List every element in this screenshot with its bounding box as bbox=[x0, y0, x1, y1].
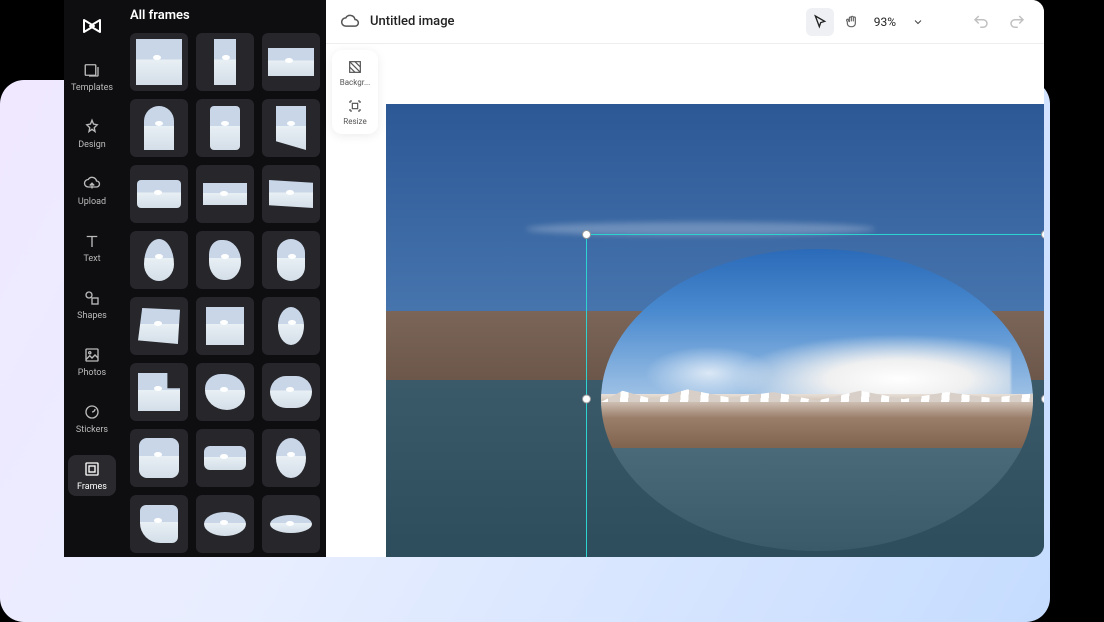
select-tool-button[interactable] bbox=[806, 8, 834, 36]
cursor-tools: 93% bbox=[806, 8, 932, 36]
templates-icon bbox=[82, 60, 102, 80]
resize-handle[interactable] bbox=[582, 395, 591, 404]
nav-label: Photos bbox=[78, 368, 106, 378]
top-bar: Untitled image 93% bbox=[326, 0, 1044, 44]
nav-item-upload[interactable]: Upload bbox=[68, 170, 116, 211]
editor-window: Templates Design Upload Text Shapes Phot… bbox=[64, 0, 1044, 557]
frame-thumb[interactable] bbox=[130, 231, 188, 289]
nav-item-photos[interactable]: Photos bbox=[68, 341, 116, 382]
text-icon bbox=[82, 231, 102, 251]
nav-item-design[interactable]: Design bbox=[68, 113, 116, 154]
nav-label: Design bbox=[78, 140, 106, 150]
nav-item-shapes[interactable]: Shapes bbox=[68, 284, 116, 325]
frame-thumb[interactable] bbox=[130, 99, 188, 157]
background-tool[interactable]: Backgr... bbox=[336, 58, 374, 87]
frame-thumb[interactable] bbox=[262, 231, 320, 289]
design-icon bbox=[82, 117, 102, 137]
frames-panel-title: All frames bbox=[130, 8, 316, 23]
cloud-icon bbox=[340, 12, 360, 32]
frame-thumb[interactable] bbox=[196, 495, 254, 553]
frame-thumb[interactable] bbox=[196, 429, 254, 487]
nav-label: Stickers bbox=[76, 425, 108, 435]
nav-item-templates[interactable]: Templates bbox=[68, 56, 116, 97]
shapes-icon bbox=[82, 288, 102, 308]
frame-thumb[interactable] bbox=[196, 33, 254, 91]
frame-thumb[interactable] bbox=[196, 165, 254, 223]
frame-thumb[interactable] bbox=[262, 297, 320, 355]
frame-thumb[interactable] bbox=[262, 99, 320, 157]
tool-label: Resize bbox=[343, 117, 366, 126]
resize-handle[interactable] bbox=[1041, 230, 1044, 239]
frame-thumb[interactable] bbox=[262, 363, 320, 421]
nav-label: Upload bbox=[78, 197, 106, 207]
canvas-content[interactable] bbox=[326, 44, 1044, 557]
frame-thumb[interactable] bbox=[130, 363, 188, 421]
background-icon bbox=[346, 58, 364, 76]
nav-item-text[interactable]: Text bbox=[68, 227, 116, 268]
file-title[interactable]: Untitled image bbox=[370, 14, 796, 29]
nav-label: Frames bbox=[77, 482, 107, 492]
tool-label: Backgr... bbox=[340, 78, 371, 87]
frame-thumb[interactable] bbox=[262, 33, 320, 91]
resize-tool[interactable]: Resize bbox=[336, 97, 374, 126]
oval-frame[interactable] bbox=[601, 249, 1033, 551]
frame-thumb[interactable] bbox=[262, 429, 320, 487]
resize-handle[interactable] bbox=[1041, 395, 1044, 404]
zoom-level[interactable]: 93% bbox=[874, 15, 896, 29]
resize-handle[interactable] bbox=[582, 230, 591, 239]
frame-thumb[interactable] bbox=[130, 429, 188, 487]
nav-label: Shapes bbox=[77, 311, 107, 321]
nav-label: Text bbox=[83, 254, 100, 264]
selection-box[interactable] bbox=[586, 234, 1044, 557]
frames-icon bbox=[82, 459, 102, 479]
floating-tools: Backgr... Resize bbox=[332, 50, 378, 134]
zoom-dropdown[interactable] bbox=[904, 8, 932, 36]
frame-thumb[interactable] bbox=[196, 231, 254, 289]
frame-thumb[interactable] bbox=[130, 165, 188, 223]
redo-button[interactable] bbox=[1004, 9, 1030, 35]
upload-icon bbox=[82, 174, 102, 194]
hand-tool-button[interactable] bbox=[838, 8, 866, 36]
photos-icon bbox=[82, 345, 102, 365]
frame-thumb[interactable] bbox=[196, 99, 254, 157]
app-logo[interactable] bbox=[78, 12, 106, 40]
frame-thumb[interactable] bbox=[196, 363, 254, 421]
undo-button[interactable] bbox=[968, 9, 994, 35]
nav-item-stickers[interactable]: Stickers bbox=[68, 398, 116, 439]
nav-item-frames[interactable]: Frames bbox=[68, 455, 116, 496]
frame-thumb[interactable] bbox=[130, 495, 188, 553]
stickers-icon bbox=[82, 402, 102, 422]
frames-grid bbox=[130, 33, 316, 553]
frame-thumb[interactable] bbox=[196, 297, 254, 355]
frame-thumb[interactable] bbox=[130, 33, 188, 91]
canvas-background-image[interactable] bbox=[386, 104, 1044, 557]
nav-label: Templates bbox=[71, 83, 113, 93]
resize-icon bbox=[346, 97, 364, 115]
frame-thumb[interactable] bbox=[262, 165, 320, 223]
nav-sidebar: Templates Design Upload Text Shapes Phot… bbox=[64, 0, 120, 557]
canvas-area: Untitled image 93% bbox=[326, 0, 1044, 557]
frame-thumb[interactable] bbox=[262, 495, 320, 553]
frames-panel: All frames bbox=[120, 0, 326, 557]
frame-thumb[interactable] bbox=[130, 297, 188, 355]
